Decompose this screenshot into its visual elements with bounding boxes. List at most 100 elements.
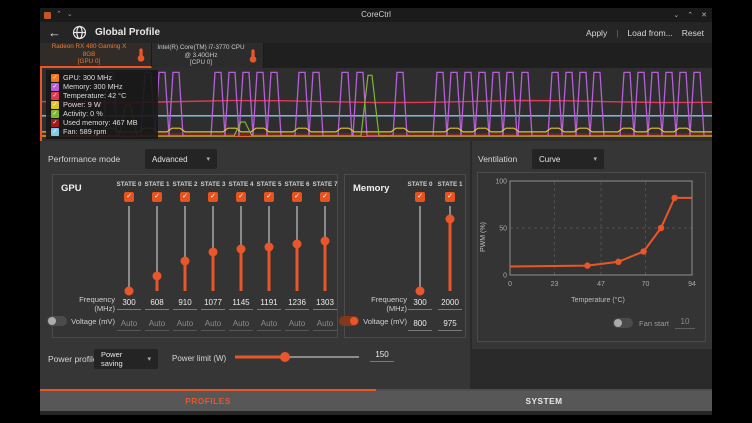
state-checkbox[interactable]: ✓ [208, 192, 218, 202]
memory-voltage-toggle[interactable] [339, 316, 359, 326]
state-column: STATE 5 ✓ 1191 Auto [255, 181, 283, 331]
state-label: STATE 0 [117, 181, 142, 192]
device-tab-gpu[interactable]: Radeon RX 480 Gaming X 8GB [GPU 0] [40, 43, 152, 68]
legend-checkbox[interactable]: ✓ [51, 119, 59, 127]
voltage-value[interactable]: 800 [408, 318, 432, 331]
frequency-slider[interactable] [320, 206, 330, 291]
voltage-value[interactable]: Auto [173, 318, 197, 331]
window-maximize-button[interactable]: ⌃ [687, 11, 693, 19]
gpu-voltage-toggle[interactable] [47, 316, 67, 326]
reset-button[interactable]: Reset [682, 28, 704, 38]
ventilation-dropdown[interactable]: Curve ▾ [532, 149, 604, 169]
legend-label: GPU: 300 MHz [63, 73, 112, 82]
frequency-slider[interactable] [236, 206, 246, 291]
state-checkbox[interactable]: ✓ [236, 192, 246, 202]
voltage-value[interactable]: 975 [438, 318, 462, 331]
state-label: STATE 5 [257, 181, 282, 192]
state-checkbox[interactable]: ✓ [152, 192, 162, 202]
legend-item: ✓ Memory: 300 MHz [51, 82, 153, 91]
state-column: STATE 0 ✓ 300 Auto [115, 181, 143, 331]
state-checkbox[interactable]: ✓ [180, 192, 190, 202]
power-profile-label: Power profile [48, 354, 98, 364]
frequency-value[interactable]: 1191 [257, 297, 281, 310]
fan-start-value[interactable]: 10 [675, 317, 695, 329]
state-checkbox[interactable]: ✓ [320, 192, 330, 202]
legend-item: ✓ Fan: 589 rpm [51, 127, 153, 136]
legend-checkbox[interactable]: ✓ [51, 101, 59, 109]
frequency-slider[interactable] [445, 206, 455, 291]
thermometer-icon [248, 48, 258, 64]
device-tab-bar: Radeon RX 480 Gaming X 8GB [GPU 0] Intel… [40, 43, 712, 68]
frequency-value[interactable]: 300 [408, 297, 432, 310]
legend-checkbox[interactable]: ✓ [51, 74, 59, 82]
state-label: STATE 4 [229, 181, 254, 192]
app-window: ⌃ ⌄ CoreCtrl ⌄ ⌃ ✕ ← Global Profile Appl… [40, 8, 712, 415]
frequency-slider[interactable] [264, 206, 274, 291]
fan-curve-chart[interactable]: 023477094050100 [492, 177, 699, 299]
frequency-value[interactable]: 1303 [313, 297, 337, 310]
apply-button[interactable]: Apply [586, 28, 607, 38]
gpu-tab-name: Radeon RX 480 Gaming X 8GB [52, 43, 127, 58]
svg-text:0: 0 [508, 281, 512, 288]
legend-checkbox[interactable]: ✓ [51, 83, 59, 91]
legend-item: ✓ Temperature: 42 °C [51, 91, 153, 100]
frequency-value[interactable]: 608 [145, 297, 169, 310]
legend-checkbox[interactable]: ✓ [51, 128, 59, 136]
state-column: STATE 7 ✓ 1303 Auto [311, 181, 339, 331]
state-column: STATE 4 ✓ 1145 Auto [227, 181, 255, 331]
power-profile-dropdown[interactable]: Power saving ▾ [94, 349, 158, 369]
performance-mode-dropdown[interactable]: Advanced ▾ [145, 149, 217, 169]
frequency-value[interactable]: 2000 [438, 297, 462, 310]
globe-icon [72, 25, 87, 40]
frequency-slider[interactable] [180, 206, 190, 291]
state-checkbox[interactable]: ✓ [124, 192, 134, 202]
tab-system[interactable]: SYSTEM [376, 389, 712, 411]
tab-profiles[interactable]: PROFILES [40, 389, 376, 411]
frequency-slider[interactable] [208, 206, 218, 291]
frequency-slider[interactable] [124, 206, 134, 291]
frequency-value[interactable]: 1077 [201, 297, 225, 310]
graph-accent-edge [40, 68, 42, 141]
voltage-value[interactable]: Auto [285, 318, 309, 331]
state-checkbox[interactable]: ✓ [264, 192, 274, 202]
frequency-slider[interactable] [152, 206, 162, 291]
frequency-slider[interactable] [415, 206, 425, 291]
power-limit-value[interactable]: 150 [370, 349, 394, 362]
content-area: Performance mode Advanced ▾ GPU Frequenc… [40, 141, 712, 389]
gpu-frequency-label: Frequency (MHz) [59, 295, 115, 307]
load-from-button[interactable]: Load from... [627, 28, 672, 38]
frequency-value[interactable]: 300 [117, 297, 141, 310]
window-minimize-button[interactable]: ⌄ [673, 11, 679, 19]
voltage-value[interactable]: Auto [229, 318, 253, 331]
state-checkbox[interactable]: ✓ [445, 192, 455, 202]
legend-checkbox[interactable]: ✓ [51, 92, 59, 100]
chevron-down-icon: ▾ [593, 155, 597, 163]
svg-text:70: 70 [642, 281, 650, 288]
state-checkbox[interactable]: ✓ [292, 192, 302, 202]
temperature-axis-label: Temperature (°C) [508, 297, 688, 304]
memory-states-panel: Memory Frequency (MHz) Voltage (mV) STAT… [344, 174, 466, 338]
fan-start-toggle[interactable] [613, 318, 633, 328]
voltage-value[interactable]: Auto [201, 318, 225, 331]
frequency-value[interactable]: 1236 [285, 297, 309, 310]
state-column: STATE 1 ✓ 608 Auto [143, 181, 171, 331]
voltage-value[interactable]: Auto [145, 318, 169, 331]
state-checkbox[interactable]: ✓ [415, 192, 425, 202]
frequency-slider[interactable] [292, 206, 302, 291]
back-button[interactable]: ← [48, 22, 61, 43]
legend-checkbox[interactable]: ✓ [51, 110, 59, 118]
window-close-button[interactable]: ✕ [701, 11, 707, 19]
power-profile-value: Power saving [101, 350, 141, 368]
legend-label: Activity: 0 % [63, 109, 103, 118]
gpu-states-panel: GPU Frequency (MHz) Voltage (mV) STATE 0… [52, 174, 338, 338]
ventilation-column: Ventilation Curve ▾ PWM (%) 023477094050… [472, 141, 712, 349]
voltage-value[interactable]: Auto [257, 318, 281, 331]
voltage-value[interactable]: Auto [117, 318, 141, 331]
memory-frequency-label: Frequency (MHz) [351, 295, 407, 307]
voltage-value[interactable]: Auto [313, 318, 337, 331]
pwm-axis-label: PWM (%) [480, 187, 487, 287]
frequency-value[interactable]: 1145 [229, 297, 253, 310]
frequency-value[interactable]: 910 [173, 297, 197, 310]
device-tab-cpu[interactable]: Intel(R) Core(TM) i7-3770 CPU @ 3.40GHz … [152, 43, 264, 68]
power-limit-slider[interactable] [235, 352, 359, 362]
